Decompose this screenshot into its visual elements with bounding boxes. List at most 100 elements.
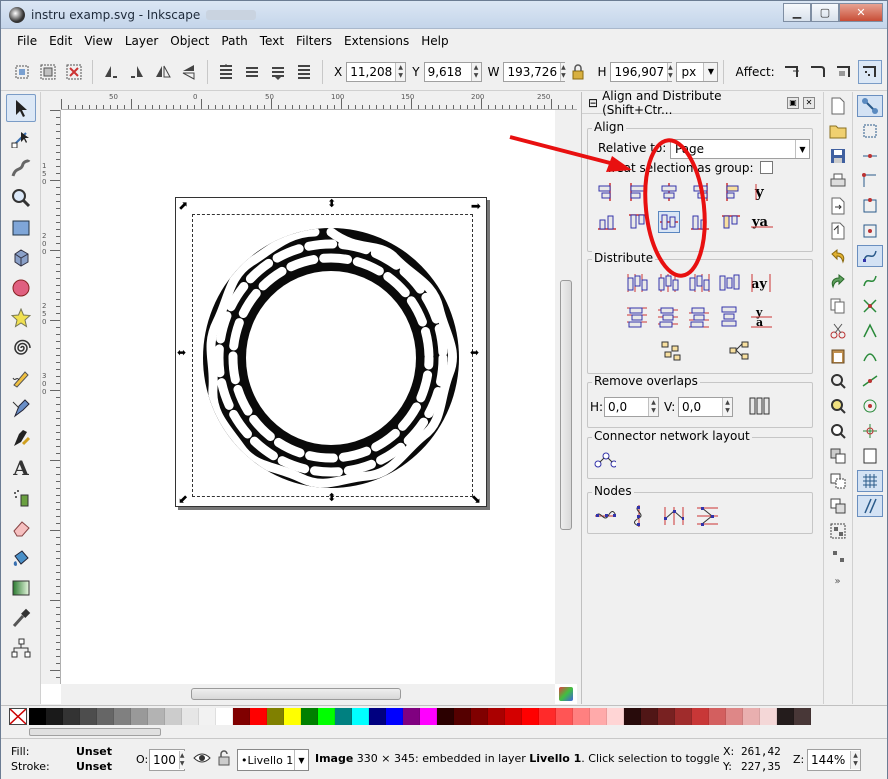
snap-grids-icon[interactable] bbox=[857, 470, 883, 492]
menu-filters[interactable]: Filters bbox=[290, 32, 338, 50]
color-swatch[interactable] bbox=[148, 708, 165, 725]
align-text-baselines-icon[interactable]: ya bbox=[751, 211, 773, 233]
pencil-tool-icon[interactable] bbox=[6, 364, 36, 392]
overlap-h-spin[interactable]: ▲ ▼ bbox=[648, 398, 658, 416]
horizontal-ruler[interactable]: 50 0 50 100 150 200 250 bbox=[61, 92, 577, 110]
dropper-tool-icon[interactable] bbox=[6, 604, 36, 632]
calligraphy-tool-icon[interactable] bbox=[6, 424, 36, 452]
node-tool-icon[interactable] bbox=[6, 124, 36, 152]
pen-tool-icon[interactable] bbox=[6, 394, 36, 422]
raise-icon[interactable] bbox=[240, 60, 264, 84]
color-swatch[interactable] bbox=[794, 708, 811, 725]
unit-select[interactable]: px ▼ bbox=[676, 61, 719, 82]
lower-icon[interactable] bbox=[266, 60, 290, 84]
export-icon[interactable] bbox=[827, 220, 849, 242]
redo-icon[interactable] bbox=[827, 270, 849, 292]
snap-bbox-edges-icon[interactable] bbox=[857, 145, 883, 167]
distribute-baselines-vertically-icon[interactable]: ya bbox=[750, 306, 772, 328]
overlap-v-spin[interactable]: ▲ ▼ bbox=[722, 398, 732, 416]
snap-cusp-nodes-icon[interactable] bbox=[857, 320, 883, 342]
spray-tool-icon[interactable] bbox=[6, 484, 36, 512]
y-field[interactable]: 9,618 ▲ ▼ bbox=[423, 61, 482, 82]
align-top-edges-icon[interactable] bbox=[627, 211, 649, 233]
save-icon[interactable] bbox=[827, 145, 849, 167]
unclump-objects-icon[interactable] bbox=[728, 340, 750, 362]
gradient-tool-icon[interactable] bbox=[6, 574, 36, 602]
align-bottom-to-top-edge-icon[interactable] bbox=[596, 211, 618, 233]
align-left-to-right-edge-icon[interactable] bbox=[720, 181, 742, 203]
w-field[interactable]: 193,726 ▲ ▼ bbox=[503, 61, 566, 82]
zoom-selection-icon[interactable] bbox=[827, 370, 849, 392]
color-swatch[interactable] bbox=[131, 708, 148, 725]
color-swatch[interactable] bbox=[522, 708, 539, 725]
maximize-button[interactable]: ▢ bbox=[811, 3, 839, 22]
duplicate-icon[interactable] bbox=[827, 445, 849, 467]
color-swatch[interactable] bbox=[233, 708, 250, 725]
select-all-layers-icon[interactable] bbox=[36, 60, 60, 84]
rotate-cw-icon[interactable] bbox=[125, 60, 149, 84]
menu-edit[interactable]: Edit bbox=[43, 32, 78, 50]
minimize-button[interactable]: ▁ bbox=[783, 3, 811, 22]
scale-handle-w[interactable]: ⬌ bbox=[177, 346, 186, 359]
deselect-icon[interactable] bbox=[62, 60, 86, 84]
undo-icon[interactable] bbox=[827, 245, 849, 267]
color-swatch[interactable] bbox=[471, 708, 488, 725]
menu-object[interactable]: Object bbox=[164, 32, 215, 50]
overlap-h-field[interactable]: 0,0 ▲ ▼ bbox=[604, 397, 659, 417]
lower-to-bottom-icon[interactable] bbox=[292, 60, 316, 84]
align-bottom-edges-icon[interactable] bbox=[689, 211, 711, 233]
snap-guides-icon[interactable] bbox=[857, 495, 883, 517]
color-swatch[interactable] bbox=[573, 708, 590, 725]
align-left-edges-icon[interactable] bbox=[627, 181, 649, 203]
import-icon[interactable] bbox=[827, 195, 849, 217]
snap-midpoints-icon[interactable] bbox=[857, 370, 883, 392]
scale-handle-n[interactable]: ⬍ bbox=[327, 197, 336, 210]
color-swatch[interactable] bbox=[692, 708, 709, 725]
snap-bbox-centers-icon[interactable] bbox=[857, 220, 883, 242]
color-swatch[interactable] bbox=[182, 708, 199, 725]
snap-intersections-icon[interactable] bbox=[857, 295, 883, 317]
paste-icon[interactable] bbox=[827, 345, 849, 367]
color-swatch[interactable] bbox=[267, 708, 284, 725]
distribute-centers-horizontally-icon[interactable] bbox=[657, 272, 679, 294]
zoom-spin[interactable]: ▲ ▼ bbox=[850, 751, 860, 769]
more-commands-icon[interactable]: » bbox=[827, 570, 849, 592]
color-swatch[interactable] bbox=[624, 708, 641, 725]
spiral-tool-icon[interactable] bbox=[6, 334, 36, 362]
menu-layer[interactable]: Layer bbox=[119, 32, 164, 50]
distribute-right-edges-icon[interactable] bbox=[688, 272, 710, 294]
snap-page-border-icon[interactable] bbox=[857, 445, 883, 467]
transform-patterns-icon[interactable] bbox=[857, 59, 882, 84]
randomize-centers-icon[interactable] bbox=[660, 340, 682, 362]
distribute-nodes-vertical-icon[interactable] bbox=[696, 505, 718, 527]
color-swatch[interactable] bbox=[352, 708, 369, 725]
snap-bbox-midpoints-icon[interactable] bbox=[857, 195, 883, 217]
color-swatch[interactable] bbox=[29, 708, 46, 725]
ellipse-tool-icon[interactable] bbox=[6, 274, 36, 302]
text-tool-icon[interactable]: A bbox=[6, 454, 36, 482]
menu-extensions[interactable]: Extensions bbox=[338, 32, 415, 50]
center-on-horizontal-axis-icon[interactable] bbox=[658, 211, 680, 233]
y-spin-arrows[interactable]: ▲ ▼ bbox=[470, 62, 481, 81]
x-spin-arrows[interactable]: ▲ ▼ bbox=[395, 62, 406, 81]
color-swatch[interactable] bbox=[46, 708, 63, 725]
ungroup-icon[interactable] bbox=[827, 545, 849, 567]
align-nodes-vertical-icon[interactable] bbox=[628, 505, 650, 527]
color-swatch[interactable] bbox=[675, 708, 692, 725]
eye-icon[interactable] bbox=[193, 750, 211, 769]
color-swatch[interactable] bbox=[369, 708, 386, 725]
zoom-drawing-icon[interactable] bbox=[827, 395, 849, 417]
distribute-nodes-horizontal-icon[interactable] bbox=[662, 505, 684, 527]
dialog-iconify-button[interactable]: ▣ bbox=[787, 96, 799, 109]
dialog-close-button[interactable]: ✕ bbox=[803, 96, 815, 109]
w-spin-arrows[interactable]: ▲ ▼ bbox=[560, 62, 566, 81]
color-swatch[interactable] bbox=[488, 708, 505, 725]
h-spin-arrows[interactable]: ▲ ▼ bbox=[667, 62, 673, 81]
distribute-gaps-horizontally-icon[interactable] bbox=[719, 272, 741, 294]
enable-snapping-icon[interactable] bbox=[857, 95, 883, 117]
align-nodes-horizontal-icon[interactable] bbox=[594, 505, 616, 527]
copy-icon[interactable] bbox=[827, 295, 849, 317]
remove-overlaps-icon[interactable] bbox=[748, 395, 770, 417]
snap-paths-icon[interactable] bbox=[857, 270, 883, 292]
horizontal-scroll-thumb[interactable] bbox=[191, 688, 401, 700]
